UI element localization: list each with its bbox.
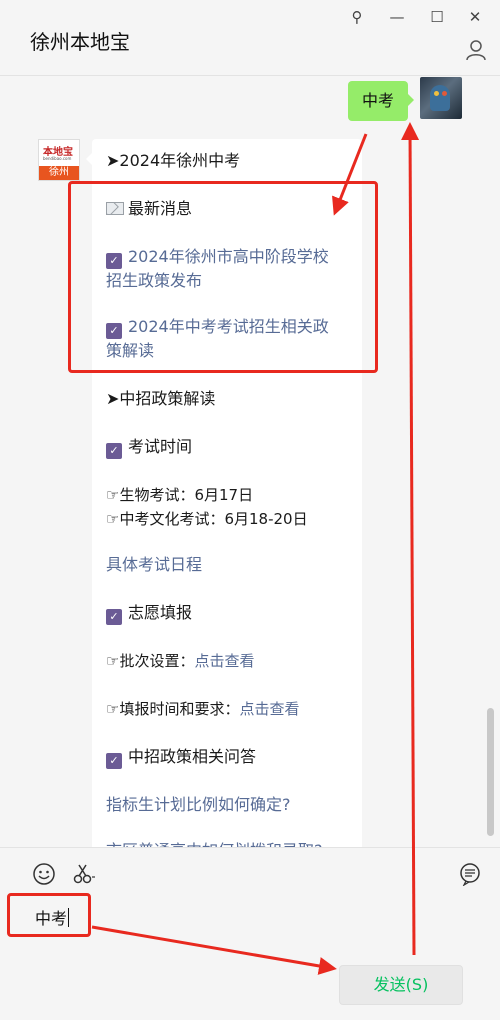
fill-time-link[interactable]: 点击查看: [239, 700, 299, 718]
user-profile-icon[interactable]: [464, 38, 488, 62]
exam-schedule-link[interactable]: 具体考试日程: [106, 553, 202, 577]
culture-exam-date: ☞中考文化考试：6月18-20日: [106, 510, 308, 528]
title-bar: 徐州本地宝 ⚲ — ☐ ✕: [0, 0, 500, 76]
fill-time-row: ☞填报时间和要求：点击查看: [106, 700, 300, 718]
my-avatar[interactable]: [420, 77, 462, 119]
volunteer-heading: ✓ 志愿填报: [106, 601, 192, 625]
minimize-icon[interactable]: —: [384, 4, 410, 30]
chat-title: 徐州本地宝: [30, 30, 130, 54]
chat-scrollbar[interactable]: [487, 708, 494, 836]
batch-setting-link[interactable]: 点击查看: [194, 652, 254, 670]
checkbox-icon: ✓: [106, 609, 122, 625]
avatar-url-text: bendibao.com: [43, 156, 72, 161]
checkbox-icon: ✓: [106, 753, 122, 769]
avatar-city-text: 徐州: [39, 166, 79, 180]
qa-link-2[interactable]: 市区普通高中如何划拨和录取?: [106, 839, 323, 847]
qa-heading: ✓ 中招政策相关问答: [106, 745, 256, 769]
biology-exam-date: ☞生物考试：6月17日: [106, 486, 254, 504]
my-message-bubble[interactable]: 中考: [348, 81, 415, 121]
exam-time-heading: ✓ 考试时间: [106, 435, 192, 459]
policy-heading: ➤中招政策解读: [106, 389, 216, 408]
emoji-icon[interactable]: [32, 862, 56, 886]
chat-history-icon[interactable]: [458, 862, 482, 886]
section-title-zhongkao: ➤2024年徐州中考: [106, 151, 241, 170]
annotation-highlight-input: [7, 893, 91, 937]
pin-icon[interactable]: ⚲: [344, 4, 370, 30]
close-icon[interactable]: ✕: [462, 4, 488, 30]
annotation-highlight-news: [68, 181, 378, 373]
scissors-icon[interactable]: [72, 862, 96, 886]
checkbox-icon: ✓: [106, 443, 122, 459]
qa-link-1[interactable]: 指标生计划比例如何确定?: [106, 793, 291, 817]
maximize-icon[interactable]: ☐: [424, 4, 450, 30]
bot-avatar[interactable]: 本地宝 bendibao.com 徐州: [38, 139, 80, 181]
batch-setting-row: ☞批次设置：点击查看: [106, 652, 255, 670]
send-button[interactable]: 发送(S): [339, 965, 463, 1005]
